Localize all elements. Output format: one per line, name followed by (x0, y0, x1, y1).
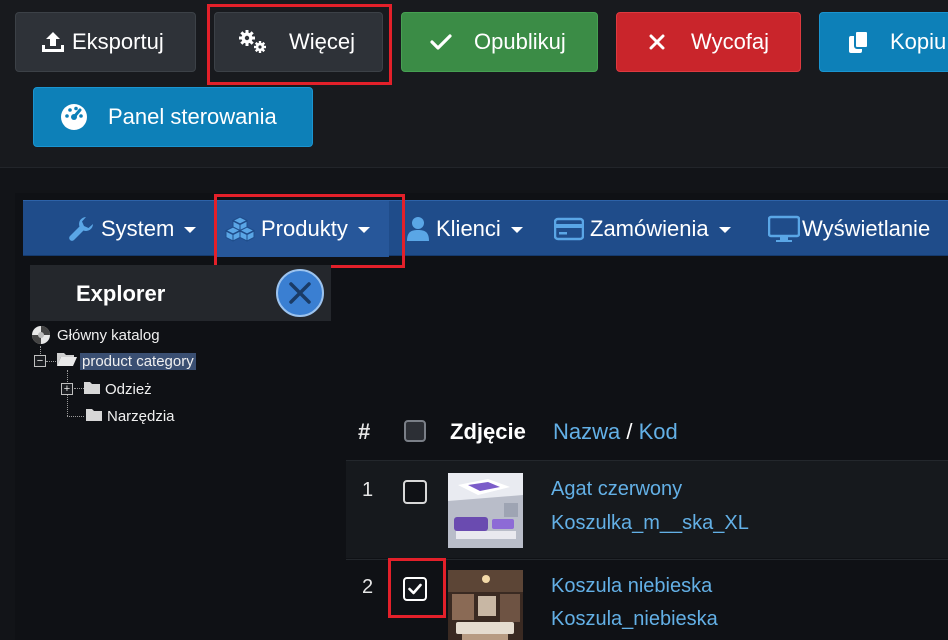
menu-item-wyswietlanie-label: Wyświetlanie (802, 216, 931, 241)
tree-item-odziez[interactable]: + Odzież (61, 380, 152, 398)
column-header-photo: Zdjęcie (450, 419, 526, 444)
main-menu: System Produkty Klienci Zamówienia Wyświ… (23, 200, 948, 257)
monitor-icon (768, 215, 800, 243)
check-icon (430, 33, 452, 51)
tree-item-narzedzia[interactable]: Narzędzia (85, 407, 175, 425)
wrench-icon (67, 215, 95, 243)
catalog-icon (31, 325, 51, 345)
export-button-label: Eksportuj (72, 29, 164, 54)
credit-card-icon (554, 217, 584, 241)
upload-icon (40, 30, 66, 54)
row-index: 2 (362, 576, 374, 598)
dashboard-button-label: Panel sterowania (108, 104, 277, 129)
column-header-separator: / (626, 419, 633, 444)
gears-icon (237, 29, 269, 55)
product-name-link[interactable]: Koszula niebieska (551, 575, 712, 598)
menu-item-system-label: System (101, 216, 175, 241)
menu-item-system[interactable]: System (67, 201, 197, 257)
sort-by-name-link[interactable]: Nazwa (553, 419, 620, 444)
product-thumbnail[interactable] (448, 473, 523, 548)
tree-root-label: Główny katalog (57, 326, 160, 344)
table-row: 2 Koszula niebieska Koszula_niebieska (346, 559, 948, 640)
select-all-checkbox[interactable] (404, 420, 426, 442)
product-code-link[interactable]: Koszula_niebieska (551, 608, 718, 631)
unpublish-button-label: Wycofaj (691, 29, 770, 54)
menu-item-zamowienia-label: Zamówienia (590, 216, 709, 241)
folder-open-icon (56, 351, 78, 371)
product-code-link[interactable]: Koszulka_m__ska_XL (551, 512, 749, 535)
tree-item-narzedzia-label: Narzędzia (107, 407, 175, 425)
expand-icon[interactable]: + (61, 383, 73, 395)
publish-button[interactable]: Opublikuj (401, 12, 598, 72)
folder-icon (83, 380, 101, 399)
row-checkbox-checked[interactable] (403, 577, 427, 601)
dashboard-button[interactable]: Panel sterowania (33, 87, 313, 147)
check-icon (408, 583, 422, 595)
chevron-down-icon (510, 227, 523, 233)
copy-icon (848, 30, 870, 54)
menu-item-klienci[interactable]: Klienci (406, 201, 523, 257)
chevron-down-icon (718, 227, 731, 233)
row-index: 1 (362, 479, 374, 501)
collapse-icon[interactable]: − (34, 355, 46, 367)
row-checkbox[interactable] (403, 480, 427, 504)
table-row: 1 Agat czerwony Koszulka_m__ska_XL (346, 460, 948, 558)
more-button-label: Więcej (289, 29, 356, 54)
folder-icon (85, 407, 103, 426)
cubes-icon (225, 216, 255, 242)
tree-item-product-category-label: product category (80, 352, 196, 370)
chevron-down-icon (357, 227, 370, 233)
close-icon (649, 34, 665, 50)
column-header-name-code: Nazwa / Kod (553, 419, 678, 445)
menu-item-wyswietlanie[interactable]: Wyświetlanie (768, 201, 930, 257)
menu-item-produkty[interactable]: Produkty (216, 201, 389, 257)
product-thumbnail[interactable] (448, 570, 523, 640)
sort-by-code-link[interactable]: Kod (639, 419, 678, 444)
menu-item-zamowienia[interactable]: Zamówienia (554, 201, 731, 257)
product-name-link[interactable]: Agat czerwony (551, 478, 682, 501)
tree-root[interactable]: Główny katalog (31, 325, 160, 345)
copy-button[interactable]: Kopiu (819, 12, 948, 72)
copy-button-label: Kopiu (890, 29, 947, 54)
export-button[interactable]: Eksportuj (15, 12, 196, 72)
unpublish-button[interactable]: Wycofaj (616, 12, 801, 72)
menu-item-produkty-label: Produkty (261, 216, 348, 241)
dashboard-icon (60, 103, 88, 131)
menu-item-klienci-label: Klienci (436, 216, 501, 241)
tree-item-product-category[interactable]: − product category (34, 352, 196, 370)
chevron-down-icon (184, 227, 197, 233)
explorer-header: Explorer (30, 265, 331, 321)
explorer-close-button[interactable] (276, 269, 324, 317)
close-icon (289, 282, 311, 304)
column-header-number: # (358, 419, 371, 444)
user-icon (406, 216, 430, 242)
explorer-title: Explorer (76, 281, 166, 306)
publish-button-label: Opublikuj (474, 29, 566, 54)
more-button[interactable]: Więcej (214, 12, 383, 72)
tree-connector (67, 416, 84, 417)
tree-item-odziez-label: Odzież (105, 380, 152, 398)
toolbar: Eksportuj Więcej Opublikuj Wycofaj Kopiu… (0, 0, 948, 168)
